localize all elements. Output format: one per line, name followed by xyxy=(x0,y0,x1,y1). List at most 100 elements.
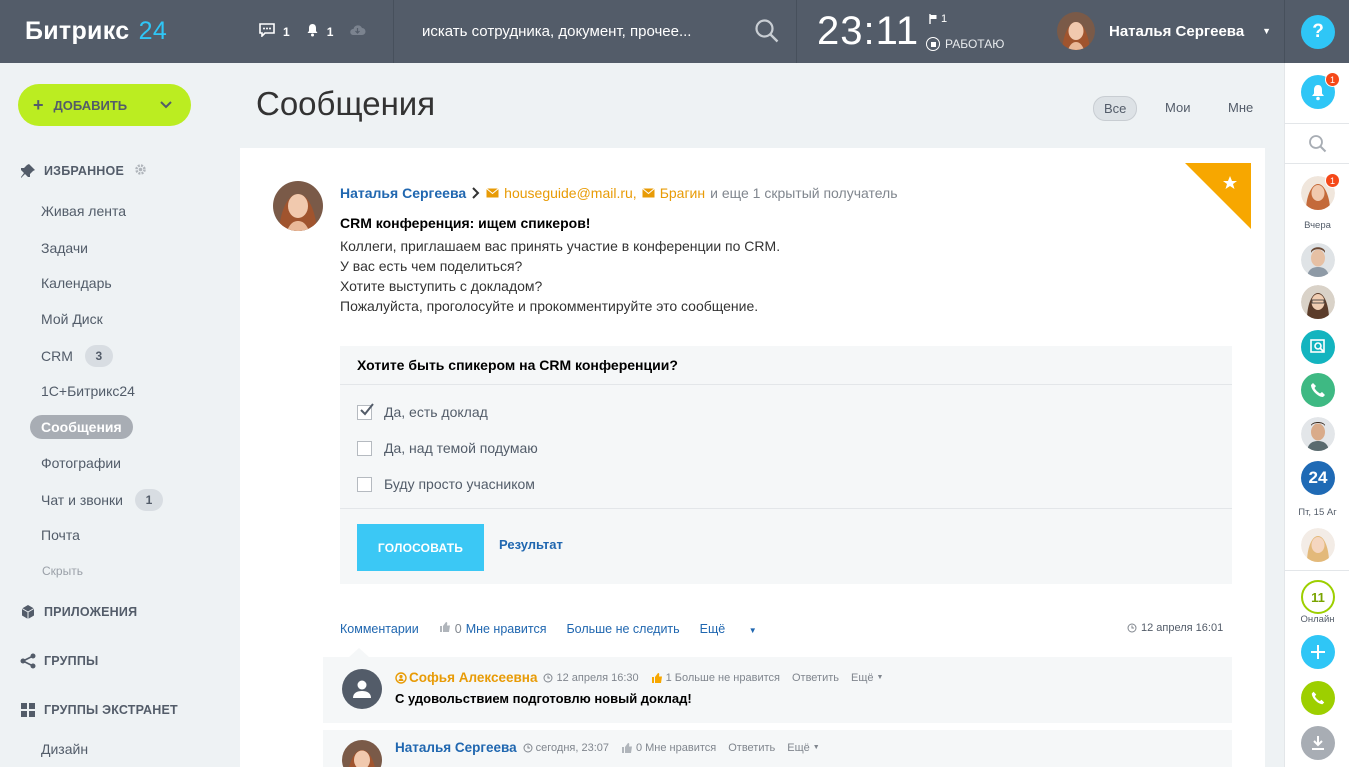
add-button[interactable]: + ДОБАВИТЬ xyxy=(18,84,191,126)
envelope-icon xyxy=(486,188,499,198)
sidebar-item-crm[interactable]: CRM 3 xyxy=(41,345,113,367)
vote-option[interactable]: Да, есть доклад xyxy=(357,402,488,420)
divider xyxy=(1285,123,1349,124)
post-author-line: Наталья Сергеева houseguide@mail.ru, Бра… xyxy=(340,185,898,201)
phone-icon xyxy=(1311,383,1325,397)
recipient-bragin[interactable]: Брагин xyxy=(660,185,705,201)
sidebar-item-chat-calls[interactable]: Чат и звонки 1 xyxy=(41,489,163,511)
recent-contact-avatar[interactable] xyxy=(1301,285,1335,319)
section-groups[interactable]: ГРУППЫ xyxy=(20,653,98,669)
clock[interactable]: 23:11 xyxy=(817,9,919,54)
comment-like[interactable]: 0 Мне нравится xyxy=(621,742,716,754)
user-menu[interactable]: Наталья Сергеева ▼ xyxy=(1057,12,1271,50)
checkbox[interactable] xyxy=(357,476,372,492)
vote-option-label: Да, над темой подумаю xyxy=(384,440,538,456)
contact-badge: 1 xyxy=(1325,173,1340,188)
bitrix24-tile[interactable]: 24 xyxy=(1301,461,1335,495)
vote-divider xyxy=(340,508,1232,509)
vote-option[interactable]: Да, над темой подумаю xyxy=(357,440,538,456)
post-text-line: У вас есть чем поделиться? xyxy=(340,258,523,274)
comment-more-link[interactable]: Ещё ▼ xyxy=(851,672,883,684)
comment-like[interactable]: 1 Больше не нравится xyxy=(651,672,780,684)
chat-search-icon xyxy=(1310,339,1325,353)
sidebar-item-messages[interactable]: Сообщения xyxy=(30,415,133,439)
cloud-icon[interactable] xyxy=(349,24,366,39)
recent-contact-avatar[interactable] xyxy=(1301,417,1335,451)
comment-author-name[interactable]: Наталья Сергеева xyxy=(395,740,517,755)
comment-author-avatar[interactable] xyxy=(342,740,382,767)
recent-contact-avatar[interactable]: 1 xyxy=(1301,173,1340,210)
section-favorites[interactable]: ИЗБРАННОЕ xyxy=(20,163,155,179)
search-input[interactable] xyxy=(422,20,722,42)
phone-icon xyxy=(1311,691,1325,705)
notifications-button[interactable]: 1 xyxy=(1301,72,1340,109)
filter-all[interactable]: Все xyxy=(1093,96,1138,121)
call-button[interactable] xyxy=(1301,681,1335,715)
open-lines-button[interactable] xyxy=(1301,330,1335,364)
add-chat-button[interactable] xyxy=(1301,635,1335,669)
chat-badge: 1 xyxy=(134,489,163,511)
recent-contact-avatar[interactable] xyxy=(1301,243,1335,277)
like-link[interactable]: Мне нравится xyxy=(466,622,547,636)
global-search xyxy=(393,0,797,63)
comment-reply-link[interactable]: Ответить xyxy=(792,672,839,684)
comments-link[interactable]: Комментарии xyxy=(340,622,419,636)
sidebar-item-calendar[interactable]: Календарь xyxy=(41,275,112,291)
flag-counter[interactable]: 1 xyxy=(929,13,947,25)
unfollow-link[interactable]: Больше не следить xyxy=(566,622,679,636)
thumb-up-icon xyxy=(439,621,451,636)
help-button[interactable]: ? xyxy=(1301,15,1335,49)
vote-option[interactable]: Буду просто учасником xyxy=(357,476,535,492)
logo[interactable]: Битрикс 24 xyxy=(25,17,167,46)
checkbox-checked[interactable] xyxy=(357,402,374,420)
sidebar-item-design[interactable]: Дизайн xyxy=(41,741,88,757)
download-button[interactable] xyxy=(1301,726,1335,760)
online-counter[interactable]: 11 xyxy=(1301,580,1335,614)
vote-option-label: Буду просто учасником xyxy=(384,476,535,492)
telephony-button[interactable] xyxy=(1301,373,1335,407)
recipient-email[interactable]: houseguide@mail.ru, xyxy=(504,185,637,201)
favorite-star-icon[interactable] xyxy=(1185,163,1251,229)
comment-reply-link[interactable]: Ответить xyxy=(728,742,775,754)
logo-number: 24 xyxy=(138,17,168,45)
comment-likes-count: 1 xyxy=(665,671,672,684)
sidebar-item-live-feed[interactable]: Живая лента xyxy=(41,203,126,219)
messages-icon[interactable] xyxy=(259,23,275,40)
section-apps[interactable]: ПРИЛОЖЕНИЯ xyxy=(20,604,137,620)
bell-icon[interactable] xyxy=(306,23,319,40)
search-icon[interactable] xyxy=(1308,134,1328,159)
more-link[interactable]: Ещё ▼ xyxy=(700,622,777,636)
vote-box: Хотите быть спикером на CRM конференции?… xyxy=(340,346,1232,584)
add-button-label: ДОБАВИТЬ xyxy=(53,97,128,113)
filter-to-me[interactable]: Мне xyxy=(1218,96,1263,119)
comment-more-link[interactable]: Ещё ▼ xyxy=(787,742,819,754)
caret-down-icon: ▼ xyxy=(1262,26,1272,36)
sidebar-item-1c-bitrix24[interactable]: 1С+Битрикс24 xyxy=(41,383,135,399)
recent-contact-avatar[interactable] xyxy=(1301,528,1335,562)
work-status[interactable]: РАБОТАЮ xyxy=(926,37,1004,51)
vote-button[interactable]: ГОЛОСОВАТЬ xyxy=(357,524,484,571)
caret-down-icon: ▼ xyxy=(748,625,757,635)
filter-mine[interactable]: Мои xyxy=(1155,96,1200,119)
sidebar-hide-link[interactable]: Скрыть xyxy=(42,564,83,578)
search-icon[interactable] xyxy=(754,18,780,49)
result-link[interactable]: Результат xyxy=(499,537,563,552)
comment-author-avatar[interactable] xyxy=(342,669,382,709)
gear-icon[interactable] xyxy=(134,163,155,179)
checkbox[interactable] xyxy=(357,440,372,456)
download-icon xyxy=(1312,736,1324,750)
comment-meta: Наталья Сергеева сегодня, 23:07 0 Мне нр… xyxy=(395,740,832,755)
comment-author-name[interactable]: Софья Алексеевна xyxy=(409,670,537,685)
sidebar-item-photos[interactable]: Фотографии xyxy=(41,455,121,471)
post-author-name[interactable]: Наталья Сергеева xyxy=(340,185,466,201)
post-author-avatar[interactable] xyxy=(273,181,323,231)
sidebar-item-my-drive[interactable]: Мой Диск xyxy=(41,311,103,327)
sidebar-item-tasks[interactable]: Задачи xyxy=(41,240,88,256)
sidebar-item-mail[interactable]: Почта xyxy=(41,527,80,543)
sidebar-item-label: Сообщения xyxy=(41,419,122,435)
label-yesterday: Вчера xyxy=(1304,220,1331,231)
crm-badge: 3 xyxy=(84,345,113,367)
sidebar-item-label: Почта xyxy=(41,527,80,543)
header-counters: 1 1 xyxy=(259,23,366,40)
section-extranet[interactable]: ГРУППЫ ЭКСТРАНЕТ xyxy=(20,702,178,718)
